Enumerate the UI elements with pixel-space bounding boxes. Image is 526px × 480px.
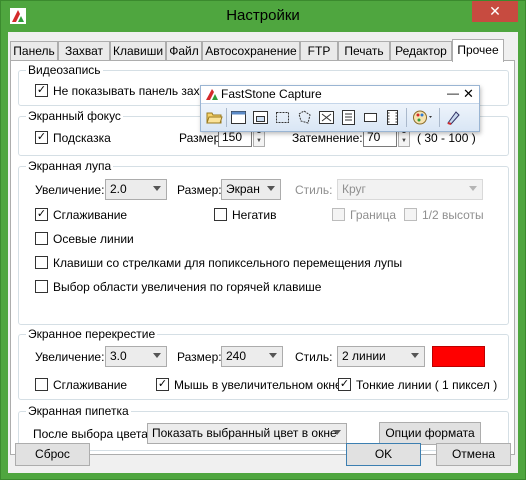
tab-hotkeys[interactable]: Клавиши (110, 41, 166, 61)
crosshair-size-label: Размер: (177, 350, 222, 364)
group-screen-crosshair: Экранное перекрестие Увеличение: 3.0 Раз… (18, 327, 509, 400)
mouse-in-window-label: Мышь в увеличительном окне (174, 378, 342, 392)
capture-freehand-icon[interactable] (296, 109, 313, 126)
group-video-legend: Видеозапись (26, 63, 103, 77)
capture-active-window-icon[interactable] (230, 109, 247, 126)
crosshair-style-select[interactable]: 2 линии (337, 346, 425, 367)
crosshair-zoom-select[interactable]: 3.0 (105, 346, 167, 367)
capture-scrolling-icon[interactable] (340, 109, 357, 126)
tab-other[interactable]: Прочее (452, 39, 504, 62)
group-loupe-legend: Экранная лупа (26, 159, 114, 173)
window-close-button[interactable]: ✕ (472, 1, 518, 22)
axes-label: Осевые линии (53, 232, 134, 246)
faststone-capture-toolbar[interactable]: FastStone Capture — ✕ (200, 85, 480, 132)
half-height-checkbox[interactable] (404, 208, 417, 221)
loupe-style-label: Стиль: (295, 183, 333, 197)
crosshair-style-label: Стиль: (295, 350, 333, 364)
tab-editor[interactable]: Редактор (390, 41, 452, 61)
negative-checkbox[interactable] (214, 208, 227, 221)
capture-fixed-region-icon[interactable] (362, 109, 379, 126)
after-pick-select[interactable]: Показать выбранный цвет в окне (147, 423, 347, 444)
border-label: Граница (350, 208, 397, 222)
hide-panel-checkbox[interactable]: ✓ (35, 84, 48, 97)
tooltip-checkbox[interactable]: ✓ (35, 131, 48, 144)
dim-label: Затемнение: (292, 131, 363, 145)
tab-file[interactable]: Файл (166, 41, 202, 61)
hotkey-select-label: Выбор области увеличения по горячей клав… (53, 280, 322, 294)
toolbar-title-bar[interactable]: FastStone Capture — ✕ (201, 86, 479, 103)
hotkey-select-checkbox[interactable] (35, 280, 48, 293)
reset-button[interactable]: Сброс (15, 443, 90, 466)
settings-icon[interactable] (445, 109, 462, 126)
toolbar-buttons (201, 103, 479, 131)
title-bar[interactable]: Настройки ✕ (1, 1, 525, 31)
loupe-style-select[interactable]: Круг (337, 179, 483, 200)
thin-lines-checkbox[interactable]: ✓ (338, 378, 351, 391)
open-file-icon[interactable] (206, 109, 223, 126)
toolbar-minimize-icon[interactable]: — (447, 86, 459, 101)
half-height-label: 1/2 высоты (422, 208, 484, 222)
toolbar-close-icon[interactable]: ✕ (463, 86, 474, 101)
settings-window: Настройки ✕ Панель Захват Клавиши Файл А… (0, 0, 526, 480)
window-title: Настройки (226, 7, 300, 24)
arrow-keys-checkbox[interactable] (35, 256, 48, 269)
toolbar-separator (439, 108, 440, 127)
tab-ftp[interactable]: FTP (300, 41, 338, 61)
toolbar-title: FastStone Capture (221, 87, 322, 101)
loupe-zoom-select[interactable]: 2.0 (105, 179, 167, 200)
tooltip-label: Подсказка (53, 131, 111, 145)
group-focus-legend: Экранный фокус (26, 109, 123, 123)
mouse-in-window-checkbox[interactable]: ✓ (156, 378, 169, 391)
after-pick-label: После выбора цвета: (33, 427, 152, 441)
loupe-size-label: Размер: (177, 183, 222, 197)
border-checkbox[interactable] (332, 208, 345, 221)
hide-panel-label: Не показывать панель захвата (53, 84, 225, 98)
axes-checkbox[interactable] (35, 232, 48, 245)
output-destination-icon[interactable] (412, 109, 434, 126)
loupe-smoothing-checkbox[interactable]: ✓ (35, 208, 48, 221)
screen-recorder-icon[interactable] (384, 109, 401, 126)
thin-lines-label: Тонкие линии ( 1 пиксел ) (356, 378, 498, 392)
crosshair-smoothing-checkbox[interactable] (35, 378, 48, 391)
crosshair-size-select[interactable]: 240 (221, 346, 283, 367)
capture-window-object-icon[interactable] (252, 109, 269, 126)
group-pipette-legend: Экранная пипетка (26, 404, 131, 418)
tab-strip: Панель Захват Клавиши Файл Автосохранени… (8, 39, 518, 62)
loupe-size-select[interactable]: Экран (221, 179, 281, 200)
negative-label: Негатив (232, 208, 277, 222)
arrow-keys-label: Клавиши со стрелками для попиксельного п… (53, 256, 403, 270)
tab-print[interactable]: Печать (338, 41, 390, 61)
toolbar-separator (406, 108, 407, 127)
capture-rectangle-icon[interactable] (274, 109, 291, 126)
dim-range-label: ( 30 - 100 ) (417, 131, 476, 145)
tab-capture[interactable]: Захват (58, 41, 110, 61)
toolbar-separator (226, 108, 227, 127)
loupe-zoom-label: Увеличение: (35, 183, 105, 197)
group-crosshair-legend: Экранное перекрестие (26, 327, 158, 341)
ok-button[interactable]: OK (346, 443, 421, 466)
capture-fullscreen-icon[interactable] (318, 109, 335, 126)
format-options-button[interactable]: Опции формата (379, 422, 481, 445)
focus-size-label: Размер: (179, 131, 224, 145)
tab-autosave[interactable]: Автосохранение (202, 41, 300, 61)
crosshair-smoothing-label: Сглаживание (53, 378, 128, 392)
loupe-smoothing-label: Сглаживание (53, 208, 128, 222)
cancel-button[interactable]: Отмена (436, 443, 511, 466)
tab-panel[interactable]: Панель (10, 41, 58, 61)
crosshair-zoom-label: Увеличение: (35, 350, 105, 364)
crosshair-color-swatch[interactable] (432, 346, 485, 367)
faststone-logo-icon (206, 89, 218, 100)
group-screen-loupe: Экранная лупа Увеличение: 2.0 Размер: Эк… (18, 159, 509, 325)
